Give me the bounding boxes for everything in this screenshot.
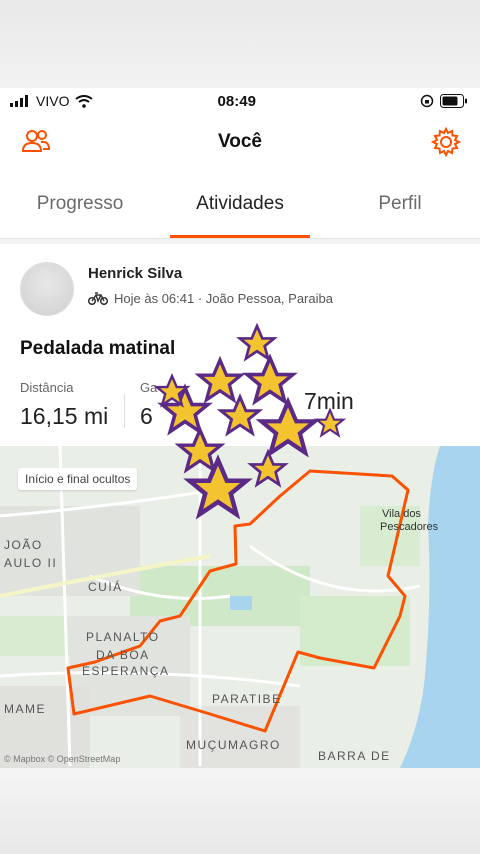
blurred-bottom-area — [0, 768, 480, 854]
bike-icon — [88, 292, 108, 305]
app-bar: Você — [0, 114, 480, 171]
route-map[interactable]: Início e final ocultos JOÃO AULO II CUIÁ… — [0, 446, 480, 768]
status-bar: VIVO 08:49 — [0, 88, 480, 114]
stat-elevation: Ga 6 — [140, 380, 157, 430]
tab-perfil[interactable]: Perfil — [320, 170, 480, 238]
page-title: Você — [217, 131, 262, 152]
map-label: Pescadores — [380, 521, 439, 533]
stat-time: 7min — [304, 380, 354, 415]
tab-bar: Progresso Atividades Perfil — [0, 170, 480, 239]
stat-value: 6 — [140, 403, 153, 429]
battery-icon — [440, 94, 467, 108]
map-label: DA BOA — [96, 648, 150, 662]
map-label: BARRA DE — [318, 749, 391, 763]
map-attribution: © Mapbox © OpenStreetMap — [4, 754, 121, 764]
athlete-name[interactable]: Henrick Silva — [88, 265, 182, 282]
stat-value: 7min — [304, 388, 354, 414]
avatar[interactable] — [20, 262, 74, 316]
stat-label: Distância — [20, 380, 74, 395]
friends-icon[interactable] — [20, 128, 52, 159]
map-label: MUÇUMAGRO — [186, 738, 281, 752]
tab-atividades[interactable]: Atividades — [160, 170, 320, 238]
status-time: 08:49 — [217, 92, 256, 110]
map-canvas — [0, 446, 480, 768]
activity-meta: Hoje às 06:41 · João Pessoa, Paraiba — [88, 291, 333, 306]
map-label: ESPERANÇA — [82, 664, 170, 678]
carrier-label: VIVO — [36, 93, 70, 109]
map-label: Vila dos — [382, 508, 421, 520]
stat-divider — [124, 394, 125, 428]
signal-icon — [10, 95, 28, 107]
map-label: PLANALTO — [86, 630, 160, 644]
map-label: CUIÁ — [88, 580, 123, 594]
stat-value: 16,15 mi — [20, 403, 109, 429]
map-label: AULO II — [4, 556, 58, 570]
tab-progresso[interactable]: Progresso — [0, 170, 160, 238]
stat-label: Ga — [140, 380, 158, 395]
map-label: MAME — [4, 702, 46, 716]
rotation-lock-icon — [420, 94, 434, 108]
privacy-chip: Início e final ocultos — [18, 468, 138, 490]
gear-icon[interactable] — [430, 126, 462, 163]
blurred-top-area — [0, 0, 480, 88]
stat-distance: Distância 16,15 mi — [20, 380, 108, 430]
map-label: JOÃO — [4, 538, 43, 552]
activity-timestamp: Hoje às 06:41 · João Pessoa, Paraiba — [114, 291, 333, 306]
wifi-icon — [75, 94, 94, 108]
activity-title[interactable]: Pedalada matinal — [20, 338, 175, 360]
map-label: PARATIBE — [212, 692, 282, 706]
